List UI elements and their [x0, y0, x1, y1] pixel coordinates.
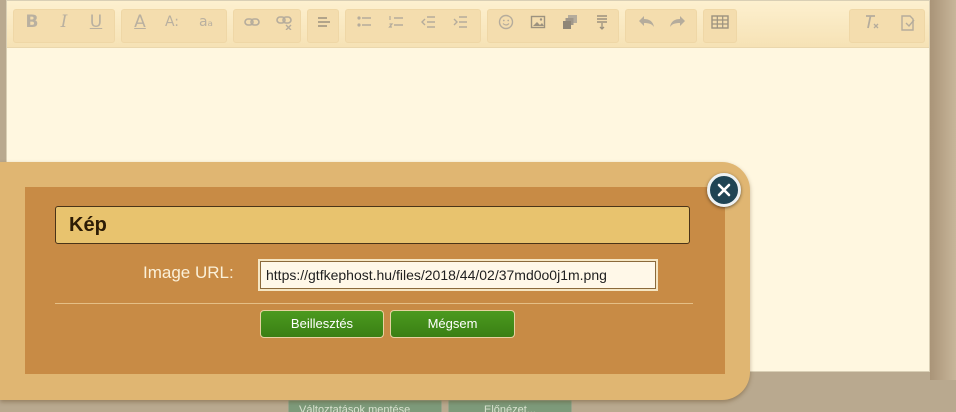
- insert-button[interactable]: Beillesztés: [260, 310, 384, 338]
- outdent-icon[interactable]: [415, 9, 441, 35]
- preview-button[interactable]: Előnézet...: [448, 400, 572, 412]
- insert-block-icon[interactable]: [589, 9, 615, 35]
- image-url-input[interactable]: [260, 261, 656, 289]
- cancel-button[interactable]: Mégsem: [390, 310, 515, 338]
- unlink-icon[interactable]: [271, 9, 297, 35]
- dialog-divider: [55, 303, 693, 304]
- link-icon[interactable]: [239, 9, 265, 35]
- save-changes-button[interactable]: Változtatások mentése: [288, 400, 442, 412]
- font-size-button[interactable]: A:: [159, 9, 185, 35]
- font-color-button[interactable]: A: [127, 9, 153, 35]
- image-dialog: Kép Image URL: Beillesztés Mégsem: [0, 162, 750, 400]
- form-buttons: Változtatások mentése Előnézet...: [288, 400, 572, 412]
- bullet-list-icon[interactable]: [351, 9, 377, 35]
- image-icon[interactable]: [525, 9, 551, 35]
- source-toggle-icon[interactable]: [895, 9, 921, 35]
- underline-button[interactable]: U: [83, 9, 109, 35]
- dialog-title: Kép: [55, 206, 690, 244]
- remove-format-icon[interactable]: [859, 9, 885, 35]
- align-left-icon[interactable]: [311, 9, 337, 35]
- image-dialog-body: Kép Image URL: Beillesztés Mégsem: [25, 187, 725, 374]
- page-right-edge: [930, 0, 956, 380]
- undo-icon[interactable]: [633, 9, 659, 35]
- font-case-button[interactable]: aₐ: [193, 9, 219, 35]
- bold-button[interactable]: B: [19, 9, 45, 35]
- indent-icon[interactable]: [447, 9, 473, 35]
- image-url-label: Image URL:: [143, 263, 234, 282]
- smiley-icon[interactable]: [493, 9, 519, 35]
- redo-icon[interactable]: [665, 9, 691, 35]
- italic-button[interactable]: I: [51, 9, 77, 35]
- editor-toolbar: B I U A A: aₐ: [7, 1, 929, 48]
- numbered-list-icon[interactable]: [383, 9, 409, 35]
- media-icon[interactable]: [557, 9, 583, 35]
- close-icon[interactable]: [707, 173, 741, 207]
- table-icon[interactable]: [707, 9, 733, 35]
